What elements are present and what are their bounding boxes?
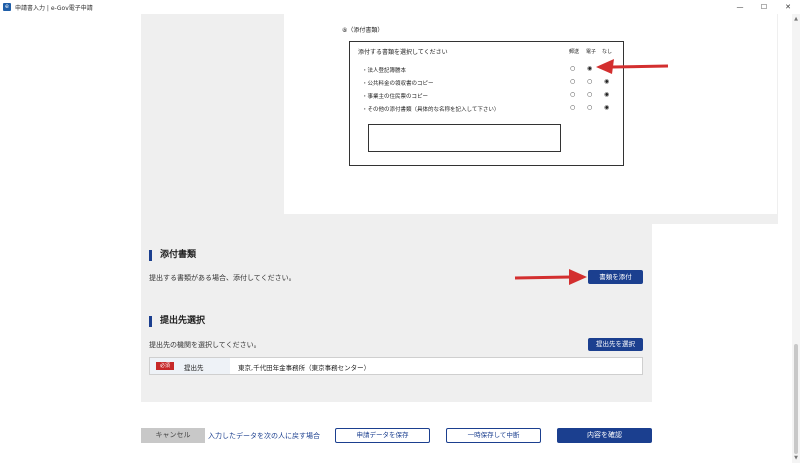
radio-electronic[interactable]: ○ [587,105,592,111]
destination-value: 東京,千代田年金事務所（東京事務センター） [238,364,371,372]
destination-description: 提出先の機関を選択してください。 [149,341,261,349]
destination-label-cell: 必須 提出先 [150,358,230,374]
annotation-arrow-icon [596,59,669,74]
radio-mail[interactable]: ○ [570,79,575,85]
attach-documents-button[interactable]: 書類を添付 [588,270,643,284]
scroll-down-icon[interactable]: ▼ [793,455,799,461]
select-destination-button[interactable]: 提出先を選択 [588,338,643,351]
row-label-other-documents: ・その他の添付書類（具体的な名称を記入して下さい） [362,107,500,113]
title-bar: e 申請書入力 | e-Gov電子申請 — ☐ ✕ [0,0,800,14]
close-button[interactable]: ✕ [776,0,800,14]
destination-label: 提出先 [184,364,204,372]
destination-row: 必須 提出先 東京,千代田年金事務所（東京事務センター） [149,357,643,375]
radio-none[interactable]: ◉ [604,79,609,85]
destination-section-title: 提出先選択 [149,316,205,327]
confirm-content-button[interactable]: 内容を確認 [557,428,652,443]
cancel-button[interactable]: キャンセル [141,428,205,443]
radio-electronic[interactable]: ○ [587,79,592,85]
vertical-scrollbar[interactable]: ▲ ▼ [792,14,800,463]
attachments-description: 提出する書類がある場合、添付してください。 [149,274,296,282]
row-label-resident-record: ・事業主の住民票のコピー [362,94,429,100]
attachments-section-title: 添付書類 [149,250,196,261]
window-title: 申請書入力 | e-Gov電子申請 [15,4,93,12]
save-application-button[interactable]: 申請データを保存 [335,428,430,443]
annotation-arrow-icon [514,269,587,285]
box-title: 添付する書類を選択してください [358,49,448,56]
scroll-thumb[interactable] [794,344,798,454]
radio-electronic[interactable]: ○ [587,92,592,98]
radio-none[interactable]: ◉ [604,105,609,111]
app-icon: e [3,3,11,11]
required-badge: 必須 [156,362,174,370]
radio-none[interactable]: ◉ [604,92,609,98]
other-documents-textbox[interactable] [368,124,561,152]
radio-mail[interactable]: ○ [570,66,575,72]
radio-mail[interactable]: ○ [570,92,575,98]
column-header-electronic: 電子 [586,49,597,55]
column-header-none: なし [602,49,613,55]
maximize-button[interactable]: ☐ [752,0,776,14]
save-and-suspend-button[interactable]: 一時保存して中断 [446,428,541,443]
window-controls: — ☐ ✕ [728,0,800,14]
row-label-corporate-registry: ・法人登記簿謄本 [362,68,407,74]
radio-mail[interactable]: ○ [570,105,575,111]
scroll-up-icon[interactable]: ▲ [793,16,799,22]
minimize-button[interactable]: — [728,0,752,14]
column-header-mail: 郵送 [569,49,580,55]
preview-heading: ⑧（添付書類） [342,27,384,34]
radio-electronic[interactable]: ◉ [587,66,592,72]
return-data-link[interactable]: 入力したデータを次の人に戻す場合 [208,431,320,441]
row-label-utility-receipt: ・公共料金の領収書のコピー [362,81,434,87]
attachment-selection-box: 添付する書類を選択してください 郵送 電子 なし ・法人登記簿謄本 ○ ◉ ・公… [349,41,624,166]
